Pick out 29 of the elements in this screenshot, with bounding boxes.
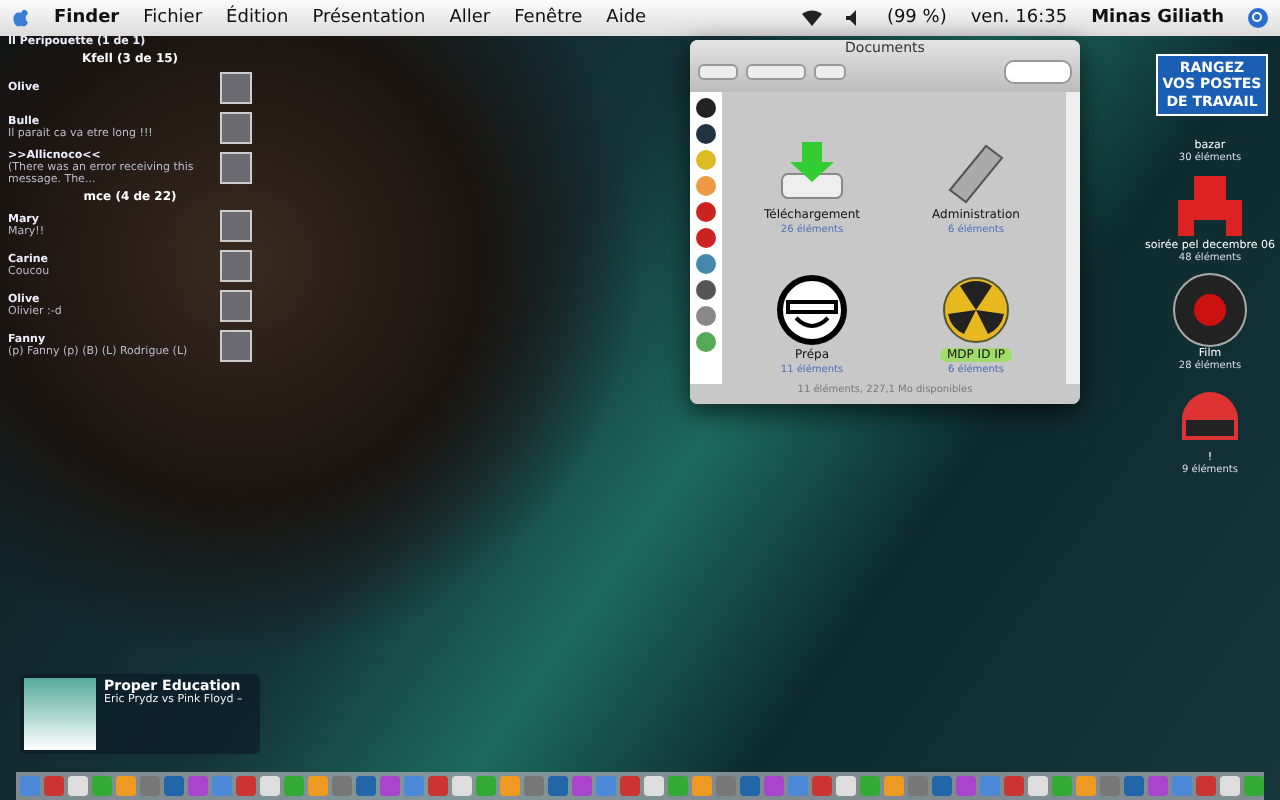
- menu-item[interactable]: Fenêtre: [514, 8, 583, 28]
- radiation-icon: [940, 274, 1012, 346]
- action-button[interactable]: [814, 64, 846, 80]
- search-field[interactable]: [1004, 60, 1072, 84]
- back-forward-button[interactable]: [698, 64, 738, 80]
- apple-icon[interactable]: [12, 8, 30, 28]
- avatar-picture: [220, 210, 252, 242]
- scroll-bar[interactable]: [1066, 92, 1080, 384]
- avatar-picture: [220, 72, 252, 104]
- wifi-icon[interactable]: [802, 10, 823, 26]
- album-cover: [24, 678, 96, 750]
- smiley-logo-icon: [776, 274, 848, 346]
- menu-clock[interactable]: ven. 16:35: [970, 8, 1068, 28]
- menu-item[interactable]: Fichier: [143, 8, 203, 28]
- avatar-picture: [220, 112, 252, 144]
- avatar-picture: [220, 152, 252, 184]
- camera-lens-icon: [1172, 272, 1248, 348]
- menu-item[interactable]: Aide: [606, 8, 647, 28]
- avatar-picture: [220, 330, 252, 362]
- user-name[interactable]: Minas Giliath: [1091, 8, 1224, 28]
- avatar-picture: [220, 290, 252, 322]
- battery-status[interactable]: (99 %): [886, 8, 947, 28]
- avatar-picture: [220, 250, 252, 282]
- spotlight-search-icon[interactable]: [1248, 8, 1268, 28]
- menu-item[interactable]: Aller: [449, 8, 491, 28]
- view-button[interactable]: [746, 64, 806, 80]
- menu-item[interactable]: Finder: [54, 8, 120, 28]
- menu-item[interactable]: Présentation: [312, 8, 426, 28]
- menu-item[interactable]: Édition: [226, 8, 289, 28]
